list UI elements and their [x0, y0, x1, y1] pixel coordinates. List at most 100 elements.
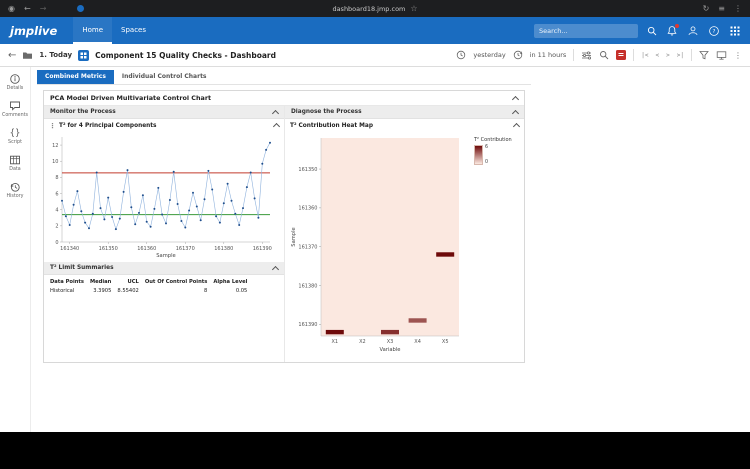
first-page-button[interactable]: |< — [641, 52, 648, 59]
main-content: Combined Metrics Individual Control Char… — [31, 67, 750, 432]
last-page-button[interactable]: >| — [677, 52, 684, 59]
sidebar-item-data[interactable]: Data — [9, 154, 21, 172]
header-actions: ? — [534, 24, 741, 38]
diagnose-section-title: Diagnose the Process — [291, 109, 362, 115]
left-sidebar: Details Comments {} Script Data History — [0, 67, 31, 432]
svg-text:161360: 161360 — [298, 206, 317, 212]
table-header-row: Data Points Median UCL Out Of Control Po… — [47, 277, 250, 286]
screen-bottom — [0, 432, 750, 469]
svg-text:0: 0 — [55, 240, 58, 246]
svg-text:161340: 161340 — [60, 246, 79, 252]
legend-gradient — [474, 145, 483, 165]
prev-page-button[interactable]: < — [656, 52, 660, 59]
address-bar[interactable]: dashboard18.jmp.com ☆ — [332, 5, 417, 13]
back-button[interactable]: ← — [8, 50, 16, 61]
search-icon[interactable] — [647, 26, 657, 36]
tab-favicon — [77, 5, 84, 12]
heatmap-title: T² Contribution Heat Map — [290, 123, 373, 129]
sidebar-item-label: Script — [8, 140, 22, 145]
mdmcc-panel-title: PCA Model Driven Multivariate Control Ch… — [50, 94, 211, 102]
monitor-section-title: Monitor the Process — [50, 109, 116, 115]
browser-left-controls: ◉ ← → — [8, 5, 84, 13]
sidebar-item-details[interactable]: Details — [7, 73, 24, 91]
search-input[interactable] — [539, 27, 633, 35]
diagnose-column: Diagnose the Process T² Contribution Hea… — [285, 106, 524, 362]
nav-home[interactable]: Home — [73, 17, 112, 44]
svg-text:2: 2 — [55, 224, 58, 230]
limit-summaries-header[interactable]: T² Limit Summaries — [44, 262, 284, 275]
tab-combined-metrics[interactable]: Combined Metrics — [37, 70, 114, 84]
t2-chart-header[interactable]: ⋮ T² for 4 Principal Components — [44, 119, 284, 132]
svg-text:161370: 161370 — [176, 246, 195, 252]
toolbar-search-icon[interactable] — [599, 50, 609, 60]
svg-text:{}: {} — [10, 129, 21, 139]
present-monitor-icon[interactable] — [716, 50, 727, 61]
svg-text:10: 10 — [52, 159, 58, 165]
header-search-box[interactable] — [534, 24, 638, 38]
tab-individual-control-charts[interactable]: Individual Control Charts — [114, 70, 215, 84]
table-row: Historical 3.3905 8.55402 8 0.05 — [47, 286, 250, 295]
svg-text:?: ? — [713, 29, 716, 35]
display-options-icon[interactable] — [581, 50, 592, 61]
svg-text:X1: X1 — [331, 339, 338, 345]
collapse-chevron-icon[interactable] — [272, 265, 279, 272]
heatmap-header[interactable]: T² Contribution Heat Map — [285, 119, 524, 132]
limit-summaries-table: Data Points Median UCL Out Of Control Po… — [47, 277, 250, 295]
sidebar-item-label: Details — [7, 86, 24, 91]
user-avatar-icon[interactable] — [687, 25, 699, 37]
svg-text:Sample: Sample — [291, 227, 297, 246]
svg-text:X3: X3 — [387, 339, 394, 345]
svg-text:Variable: Variable — [379, 347, 400, 353]
bookmark-star-icon[interactable]: ☆ — [410, 5, 417, 13]
notifications-bell-icon[interactable] — [666, 25, 678, 37]
svg-text:161380: 161380 — [214, 246, 233, 252]
cell-ucl: 8.55402 — [114, 286, 141, 295]
jmp-data-table-icon[interactable] — [616, 50, 626, 60]
t2-contribution-heatmap[interactable]: 161350161360161370161380161390X1X2X3X4X5… — [287, 134, 463, 358]
collapse-chevron-icon[interactable] — [272, 109, 279, 116]
next-update-label: in 11 hours — [530, 51, 567, 59]
collapse-chevron-icon[interactable] — [512, 109, 519, 116]
collapse-chevron-icon[interactable] — [273, 123, 280, 130]
diagnose-section-header[interactable]: Diagnose the Process — [285, 106, 524, 119]
sidebar-item-history[interactable]: History — [6, 181, 23, 199]
browser-more-icon[interactable]: ⋮ — [734, 5, 742, 13]
apps-grid-icon[interactable] — [729, 25, 741, 37]
col-out-of-control: Out Of Control Points — [142, 277, 211, 286]
mdmcc-panel-header[interactable]: PCA Model Driven Multivariate Control Ch… — [44, 91, 524, 106]
browser-forward-icon[interactable]: → — [40, 5, 47, 13]
chart-menu-icon[interactable]: ⋮ — [49, 122, 56, 130]
sidebar-item-script[interactable]: {} Script — [8, 127, 22, 145]
svg-text:6: 6 — [55, 191, 58, 197]
next-page-button[interactable]: > — [666, 52, 670, 59]
browser-right-controls: ↻ ≡ ⋮ — [703, 5, 742, 13]
filter-funnel-icon[interactable] — [699, 50, 709, 60]
t2-control-chart[interactable]: 0246810121613401613501613601613701613801… — [46, 132, 278, 260]
comment-bubble-icon — [9, 100, 21, 112]
monitor-section-header[interactable]: Monitor the Process — [44, 106, 284, 119]
sidebar-item-comments[interactable]: Comments — [2, 100, 28, 118]
jmplive-logo[interactable]: jmplive — [10, 24, 57, 38]
updated-clock-icon — [456, 50, 466, 60]
svg-text:161370: 161370 — [298, 245, 317, 251]
more-options-icon[interactable]: ⋮ — [734, 51, 742, 60]
cell-data-points: Historical — [47, 286, 87, 295]
breadcrumb-space[interactable]: 1. Today — [39, 51, 72, 59]
record-icon[interactable]: ◉ — [8, 5, 15, 13]
browser-menu-icon[interactable]: ≡ — [718, 5, 725, 13]
folder-icon — [22, 50, 33, 61]
divider — [573, 49, 574, 61]
browser-back-icon[interactable]: ← — [24, 5, 31, 13]
help-icon[interactable]: ? — [708, 25, 720, 37]
toolbar-actions: yesterday in 11 hours |< < > >| ⋮ — [456, 49, 742, 61]
heatmap-area: 161350161360161370161380161390X1X2X3X4X5… — [285, 134, 524, 362]
tab-bar: Combined Metrics Individual Control Char… — [37, 70, 531, 85]
browser-chrome: ◉ ← → dashboard18.jmp.com ☆ ↻ ≡ ⋮ — [0, 0, 750, 17]
svg-text:8: 8 — [55, 175, 58, 181]
nav-spaces[interactable]: Spaces — [112, 17, 155, 44]
reload-icon[interactable]: ↻ — [703, 5, 710, 13]
page-title: Component 15 Quality Checks - Dashboard — [95, 51, 276, 60]
col-alpha: Alpha Level — [210, 277, 250, 286]
collapse-chevron-icon[interactable] — [512, 95, 519, 102]
collapse-chevron-icon[interactable] — [513, 123, 520, 130]
